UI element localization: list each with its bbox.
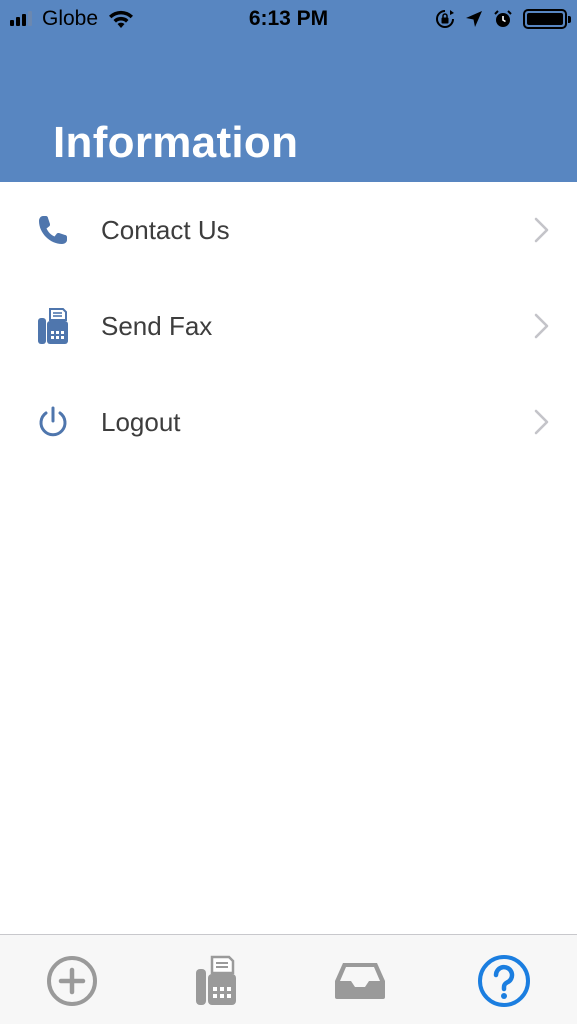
chevron-right-icon xyxy=(534,409,549,435)
chevron-right-icon xyxy=(534,217,549,243)
orientation-lock-icon xyxy=(436,10,454,28)
tab-bar xyxy=(0,934,577,1024)
phone-icon xyxy=(34,211,72,249)
tab-add[interactable] xyxy=(44,953,100,1009)
menu-list: Contact Us Send Fax Logout xyxy=(0,182,577,470)
inbox-tray-icon xyxy=(335,963,385,999)
menu-item-label: Send Fax xyxy=(101,310,213,341)
menu-item-contact-us[interactable]: Contact Us xyxy=(0,182,577,278)
menu-item-send-fax[interactable]: Send Fax xyxy=(0,278,577,374)
page-title: Information xyxy=(53,118,299,167)
menu-item-logout[interactable]: Logout xyxy=(0,374,577,470)
tab-help[interactable] xyxy=(476,953,532,1009)
battery-icon xyxy=(523,9,571,29)
fax-icon xyxy=(34,307,72,345)
tab-fax[interactable] xyxy=(188,953,244,1009)
menu-item-label: Contact Us xyxy=(101,214,230,245)
fax-icon xyxy=(196,955,236,1005)
status-bar: Globe 6:13 PM xyxy=(0,0,577,38)
location-arrow-icon xyxy=(466,11,482,27)
chevron-right-icon xyxy=(534,313,549,339)
power-icon xyxy=(34,403,72,441)
alarm-icon xyxy=(494,10,512,27)
app-header: Globe 6:13 PM Information xyxy=(0,0,577,182)
status-right xyxy=(435,6,571,32)
help-circle-icon xyxy=(478,955,530,1007)
tab-inbox[interactable] xyxy=(332,953,388,1009)
add-circle-icon xyxy=(47,956,97,1006)
menu-item-label: Logout xyxy=(101,406,181,437)
